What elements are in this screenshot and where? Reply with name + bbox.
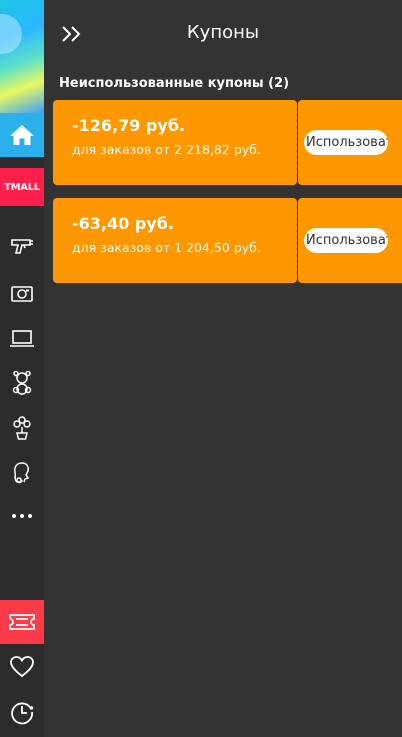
sidebar-item-beauty[interactable]: [0, 456, 44, 490]
use-coupon-button[interactable]: Использовать: [304, 228, 388, 253]
home-icon: [10, 125, 34, 145]
toy-icon: [12, 370, 32, 395]
page-title: Купоны: [186, 22, 260, 43]
beauty-icon: [14, 462, 30, 484]
camera-icon: [11, 286, 33, 302]
coupon-main: -126,79 руб. для заказов от 2 218,82 руб…: [50, 100, 299, 185]
heart-icon: [10, 656, 34, 678]
coupon-action: Использовать: [298, 100, 402, 185]
coupon-condition: для заказов от 2 218,82 руб.: [72, 142, 261, 157]
tools-icon: [11, 239, 33, 254]
sidebar-item-toys[interactable]: [0, 366, 44, 400]
coupon-main: -63,40 руб. для заказов от 1 204,50 руб.: [50, 198, 299, 283]
header: Купоны: [44, 0, 402, 68]
app-logo: [0, 0, 44, 113]
section-title: Неиспользованные купоны (2): [59, 76, 290, 91]
sidebar-item-history[interactable]: [0, 695, 44, 729]
tmall-label: TMALL: [4, 181, 40, 193]
sidebar-item-laptop[interactable]: [0, 321, 44, 355]
sidebar: TMALL: [0, 0, 44, 737]
home-button[interactable]: [0, 113, 44, 157]
more-icon: [12, 514, 32, 518]
sidebar-item-camera[interactable]: [0, 276, 44, 310]
coupon-action: Использовать: [298, 198, 402, 283]
laptop-icon: [10, 330, 34, 347]
history-icon: [11, 702, 34, 725]
coupon-condition: для заказов от 1 204,50 руб.: [72, 240, 261, 255]
sidebar-item-coupons[interactable]: [0, 600, 44, 644]
tmall-button[interactable]: TMALL: [0, 168, 44, 206]
coupon-amount: -63,40 руб.: [72, 214, 174, 233]
sidebar-item-favorites[interactable]: [0, 650, 44, 684]
sidebar-item-garden[interactable]: [0, 411, 44, 445]
sidebar-item-more[interactable]: [0, 499, 44, 533]
coupon-card: -63,40 руб. для заказов от 1 204,50 руб.…: [50, 198, 402, 283]
coupon-card: -126,79 руб. для заказов от 2 218,82 руб…: [50, 100, 402, 185]
plant-icon: [13, 416, 31, 440]
sidebar-item-tools[interactable]: [0, 228, 44, 262]
coupon-amount: -126,79 руб.: [72, 116, 186, 135]
use-coupon-button[interactable]: Использовать: [304, 130, 388, 155]
coupon-icon: [9, 614, 35, 630]
